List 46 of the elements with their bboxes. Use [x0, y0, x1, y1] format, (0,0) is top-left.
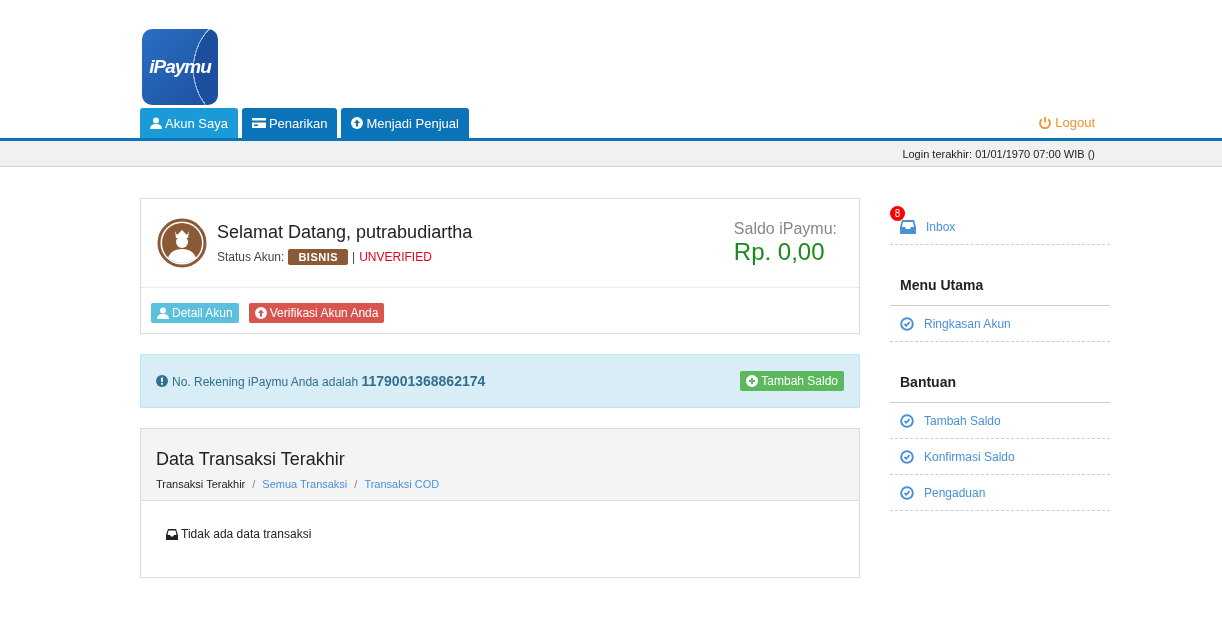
breadcrumb-separator: /	[252, 478, 256, 490]
unread-count-badge: 8	[890, 206, 905, 221]
status-label: Status Akun:	[217, 249, 285, 264]
nav-tab[interactable]: Penarikan	[241, 108, 338, 138]
inbox-tray-icon	[166, 528, 178, 540]
detail-button[interactable]: Detail Akun	[151, 303, 239, 323]
breadcrumb-link[interactable]: Semua Transaksi	[262, 478, 348, 490]
power-icon	[1038, 115, 1053, 130]
logout-link[interactable]: Logout	[1038, 115, 1095, 130]
balance-value: Rp. 0,00	[733, 238, 826, 266]
empty-message: Tidak ada data transaksi	[181, 527, 312, 541]
sidebar-link[interactable]: Pengaduan	[924, 485, 986, 500]
nav-tab[interactable]: Menjadi Penjual	[341, 108, 469, 138]
breadcrumb-link[interactable]: Transaksi Terakhir	[156, 478, 246, 490]
account-number-text: No. Rekening iPaymu Anda adalah 1179001368862174	[172, 373, 487, 389]
user-icon	[157, 307, 169, 319]
verify-button[interactable]: Verifikasi Akun Anda	[248, 303, 385, 323]
nav-tab[interactable]: Akun Saya	[140, 108, 238, 138]
check-circle-icon	[900, 316, 914, 331]
sidebar-link[interactable]: Konfirmasi Saldo	[924, 449, 1015, 464]
breadcrumb-separator: /	[354, 478, 358, 490]
last-login-text: Login terakhir: 01/01/1970 07:00 WIB ()	[902, 147, 1095, 160]
inbox-link[interactable]: Inbox	[926, 220, 956, 234]
breadcrumb-link[interactable]: Transaksi COD	[364, 478, 440, 490]
sidebar-link[interactable]: Tambah Saldo	[924, 413, 1001, 428]
exclamation-circle-icon	[156, 375, 168, 387]
sidebar-link[interactable]: Ringkasan Akun	[924, 316, 1011, 331]
inbox-tray-icon	[900, 220, 916, 234]
user-icon	[150, 117, 162, 129]
separator-text: |	[352, 249, 356, 264]
verification-status: UNVERIFIED	[359, 249, 432, 264]
top-up-button[interactable]: Tambah Saldo	[740, 371, 844, 391]
greeting-text: Selamat Datang, putrabudiartha	[217, 221, 474, 243]
arrow-up-circle-icon	[351, 117, 364, 129]
arrow-up-circle-icon	[254, 307, 267, 319]
plus-circle-icon	[746, 375, 759, 387]
balance-label: Saldo iPaymu:	[733, 220, 837, 238]
panel-title: Data Transaksi Terakhir	[156, 449, 346, 470]
account-type-badge: BISNIS	[288, 248, 349, 265]
check-circle-icon	[900, 449, 914, 464]
sidebar-heading: Bantuan	[890, 342, 1110, 403]
card-icon	[251, 118, 266, 128]
check-circle-icon	[900, 413, 914, 428]
avatar-silhouette-icon	[157, 218, 207, 268]
check-circle-icon	[900, 485, 914, 500]
sidebar-heading: Menu Utama	[890, 245, 1110, 306]
